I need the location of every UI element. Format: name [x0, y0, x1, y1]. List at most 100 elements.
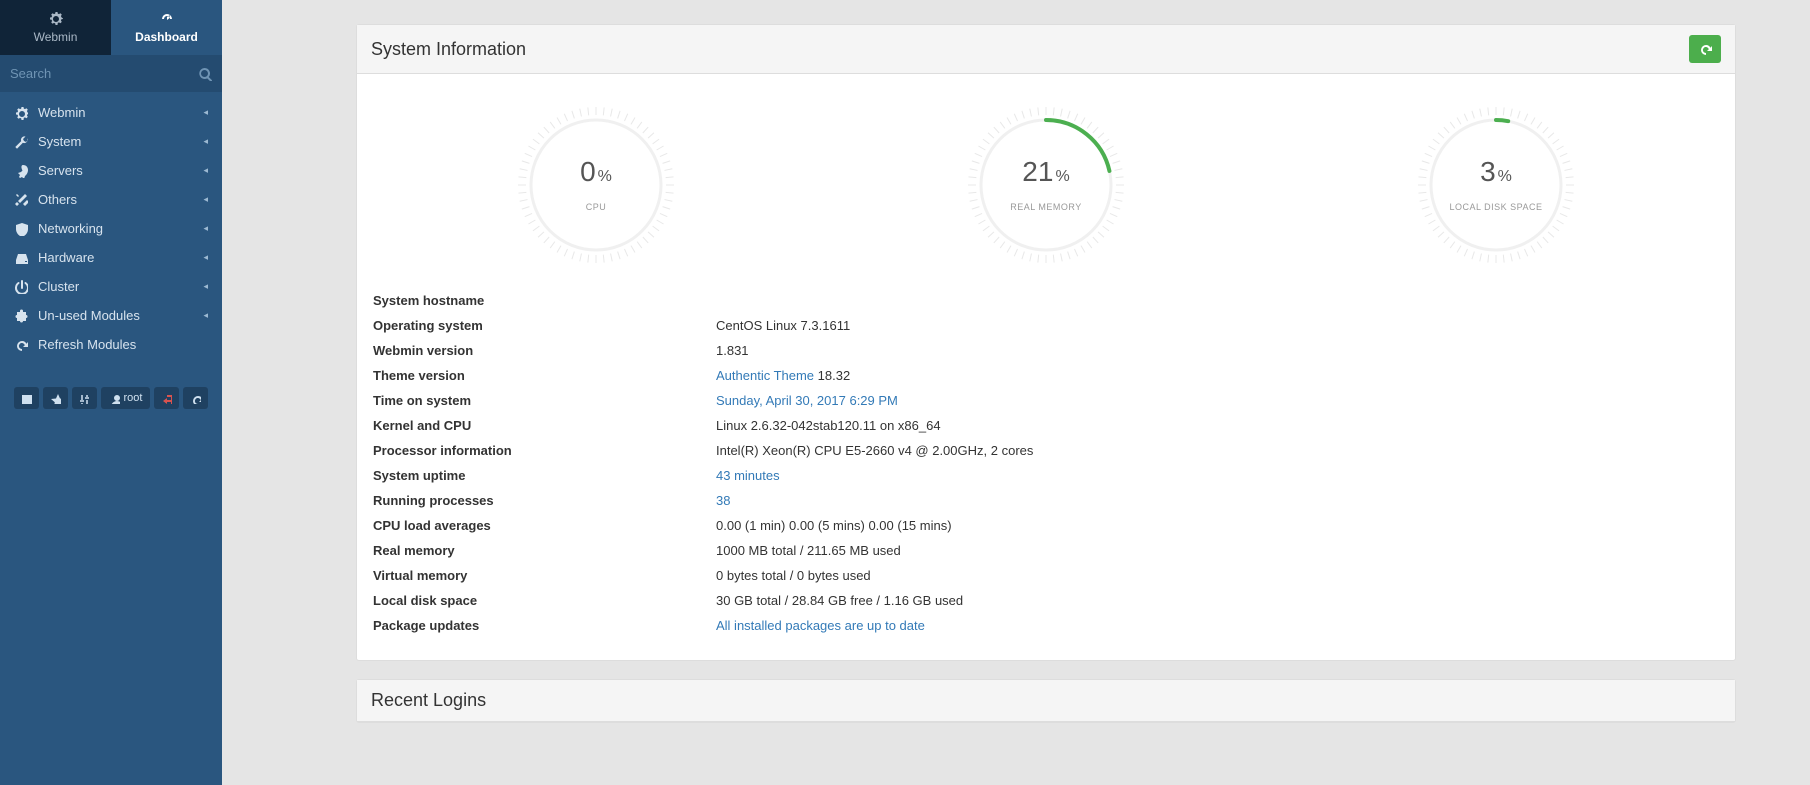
- caret-left-icon: ◂: [203, 136, 208, 147]
- row-theme-version: Theme versionAuthentic Theme 18.32: [371, 363, 1721, 388]
- gauge-disk-value: 3%: [1396, 156, 1596, 188]
- value: 1000 MB total / 211.65 MB used: [714, 538, 1721, 563]
- value: 0 bytes total / 0 bytes used: [714, 563, 1721, 588]
- label: Theme version: [371, 363, 714, 388]
- shield-icon: [14, 222, 28, 236]
- sidebar-item-label: Networking: [38, 221, 103, 236]
- time-link[interactable]: Sunday, April 30, 2017 6:29 PM: [716, 393, 898, 408]
- refresh-icon: [190, 393, 201, 404]
- row-uptime: System uptime43 minutes: [371, 463, 1721, 488]
- theme-link[interactable]: Authentic Theme: [716, 368, 814, 383]
- sidebar-item-others[interactable]: Others ◂: [0, 185, 222, 214]
- row-processor: Processor informationIntel(R) Xeon(R) CP…: [371, 438, 1721, 463]
- sidebar-item-label: Un-used Modules: [38, 308, 140, 323]
- panel-header[interactable]: Recent Logins: [357, 680, 1735, 722]
- uptime-link[interactable]: 43 minutes: [716, 468, 780, 483]
- caret-left-icon: ◂: [203, 281, 208, 292]
- sidebar-item-system[interactable]: System ◂: [0, 127, 222, 156]
- sidebar-item-label: Others: [38, 192, 77, 207]
- processes-link[interactable]: 38: [716, 493, 730, 508]
- logout-button[interactable]: [154, 387, 179, 409]
- tab-webmin[interactable]: Webmin: [0, 0, 111, 55]
- row-package-updates: Package updatesAll installed packages ar…: [371, 613, 1721, 638]
- sidebar-item-networking[interactable]: Networking ◂: [0, 214, 222, 243]
- value: 1.831: [714, 338, 1721, 363]
- gauge-memory-value: 21%: [946, 156, 1146, 188]
- caret-left-icon: ◂: [203, 310, 208, 321]
- label: Package updates: [371, 613, 714, 638]
- sidebar-item-label: Cluster: [38, 279, 79, 294]
- sidebar-item-refresh-modules[interactable]: Refresh Modules: [0, 330, 222, 359]
- sidebar-item-hardware[interactable]: Hardware ◂: [0, 243, 222, 272]
- sidebar-item-cluster[interactable]: Cluster ◂: [0, 272, 222, 301]
- label: Webmin version: [371, 338, 714, 363]
- sidebar-item-servers[interactable]: Servers ◂: [0, 156, 222, 185]
- gauge-memory: 21% REAL MEMORY: [946, 100, 1146, 270]
- sidebar-item-label: Servers: [38, 163, 83, 178]
- label: CPU load averages: [371, 513, 714, 538]
- value: All installed packages are up to date: [714, 613, 1721, 638]
- gauges-row: 0% CPU 21% REAL MEMORY: [371, 92, 1721, 288]
- sidebar: Webmin Dashboard Webmin ◂ System ◂: [0, 0, 222, 785]
- power-icon: [14, 280, 28, 294]
- row-load-averages: CPU load averages0.00 (1 min) 0.00 (5 mi…: [371, 513, 1721, 538]
- nav-list: Webmin ◂ System ◂ Servers ◂ Others ◂ Net…: [0, 92, 222, 359]
- star-icon: [50, 393, 61, 404]
- caret-left-icon: ◂: [203, 107, 208, 118]
- settings-button[interactable]: [72, 387, 97, 409]
- logout-icon: [161, 393, 172, 404]
- row-os: Operating systemCentOS Linux 7.3.1611: [371, 313, 1721, 338]
- value: Authentic Theme 18.32: [714, 363, 1721, 388]
- sidebar-item-unused-modules[interactable]: Un-used Modules ◂: [0, 301, 222, 330]
- label: Operating system: [371, 313, 714, 338]
- sliders-icon: [79, 393, 90, 404]
- value: 38: [714, 488, 1721, 513]
- user-button[interactable]: root: [101, 387, 151, 409]
- theme-version-text: 18.32: [814, 368, 850, 383]
- gauge-cpu-value: 0%: [496, 156, 696, 188]
- search-input[interactable]: [10, 62, 198, 85]
- label: Local disk space: [371, 588, 714, 613]
- package-updates-link[interactable]: All installed packages are up to date: [716, 618, 925, 633]
- gauge-disk-label: LOCAL DISK SPACE: [1396, 202, 1596, 212]
- gauge-cpu-label: CPU: [496, 202, 696, 212]
- sidebar-item-label: Webmin: [38, 105, 85, 120]
- refresh-icon: [14, 338, 28, 352]
- refresh-icon: [1698, 42, 1712, 56]
- label: System uptime: [371, 463, 714, 488]
- row-disk-space: Local disk space30 GB total / 28.84 GB f…: [371, 588, 1721, 613]
- row-real-memory: Real memory1000 MB total / 211.65 MB use…: [371, 538, 1721, 563]
- label: Processor information: [371, 438, 714, 463]
- panel-header: System Information: [357, 25, 1735, 74]
- sidebar-item-webmin[interactable]: Webmin ◂: [0, 98, 222, 127]
- value: 30 GB total / 28.84 GB free / 1.16 GB us…: [714, 588, 1721, 613]
- favorites-button[interactable]: [43, 387, 68, 409]
- caret-left-icon: ◂: [203, 223, 208, 234]
- refresh-sysinfo-button[interactable]: [1689, 35, 1721, 63]
- recent-logins-panel: Recent Logins: [356, 679, 1736, 723]
- rocket-icon: [14, 164, 28, 178]
- terminal-button[interactable]: [14, 387, 39, 409]
- panel-body: 0% CPU 21% REAL MEMORY: [357, 74, 1735, 660]
- tab-dashboard[interactable]: Dashboard: [111, 0, 222, 55]
- label: Real memory: [371, 538, 714, 563]
- sidebar-item-label: Refresh Modules: [38, 337, 136, 352]
- reload-button[interactable]: [183, 387, 208, 409]
- puzzle-icon: [14, 309, 28, 323]
- tab-webmin-label: Webmin: [34, 30, 78, 44]
- wrench-icon: [14, 135, 28, 149]
- hdd-icon: [14, 251, 28, 265]
- value: Sunday, April 30, 2017 6:29 PM: [714, 388, 1721, 413]
- gear-icon: [14, 106, 28, 120]
- terminal-icon: [21, 393, 32, 404]
- row-kernel: Kernel and CPULinux 2.6.32-042stab120.11…: [371, 413, 1721, 438]
- gauge-cpu: 0% CPU: [496, 100, 696, 270]
- sidebar-bottom-buttons: root: [0, 387, 222, 409]
- gauge-disk: 3% LOCAL DISK SPACE: [1396, 100, 1596, 270]
- panel-title: System Information: [371, 39, 526, 60]
- caret-left-icon: ◂: [203, 165, 208, 176]
- label: Running processes: [371, 488, 714, 513]
- value: Linux 2.6.32-042stab120.11 on x86_64: [714, 413, 1721, 438]
- info-table: System hostname Operating systemCentOS L…: [371, 288, 1721, 638]
- search-icon[interactable]: [198, 67, 212, 81]
